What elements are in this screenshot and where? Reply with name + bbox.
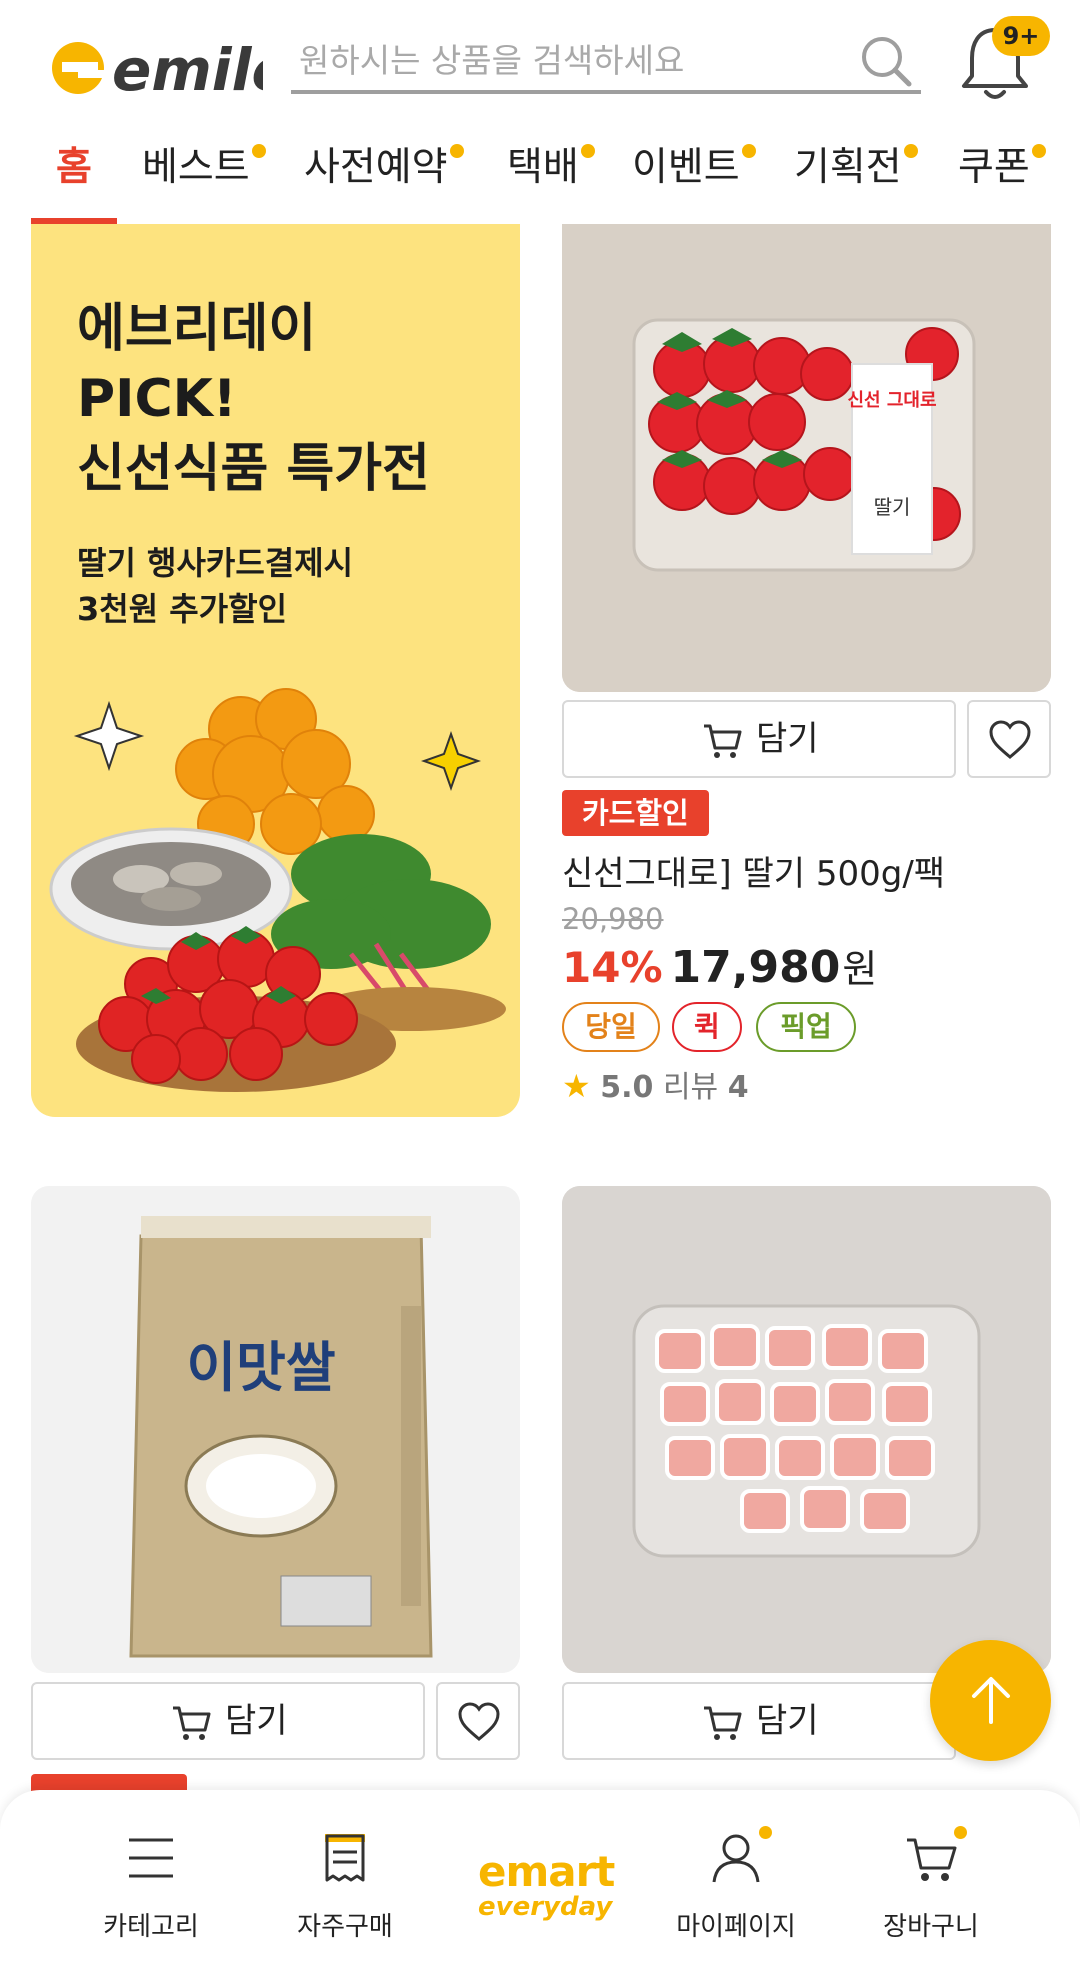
tab-coupon[interactable]: 쿠폰 <box>958 138 1046 198</box>
rating: ★ 5.0 리뷰 4 <box>562 1062 749 1106</box>
logo-text: emile <box>112 36 263 104</box>
tab-best[interactable]: 베스트 <box>142 138 266 198</box>
scroll-top-button[interactable] <box>930 1640 1051 1761</box>
nav-frequent[interactable]: 자주구매 <box>260 1830 430 1960</box>
product-image[interactable]: 이맛쌀 <box>31 1186 520 1673</box>
discount-rate: 14% <box>562 943 663 992</box>
notification-button[interactable]: 9+ <box>950 16 1050 106</box>
emart-logo-sub: everyday <box>478 1892 613 1922</box>
product-image[interactable]: 신선 그대로 딸기 <box>562 224 1051 692</box>
new-dot <box>251 144 266 158</box>
nav-category[interactable]: 카테고리 <box>66 1830 236 1960</box>
product-grid: 에브리데이 PICK! 신선식품 특가전 딸기 행사카드결제시 3천원 추가할인 <box>0 222 1080 1792</box>
original-price: 20,980 <box>562 902 664 936</box>
nav-label: 카테고리 <box>103 1912 199 1942</box>
tab-preorder[interactable]: 사전예약 <box>304 138 464 198</box>
chip-pickup: 픽업 <box>756 1002 856 1052</box>
search-bar[interactable] <box>291 28 921 94</box>
new-dot <box>449 144 464 158</box>
review-label: 리뷰 <box>662 1070 719 1105</box>
strawberry-pack-image: 신선 그대로 딸기 <box>562 224 1051 692</box>
search-input[interactable] <box>299 36 839 84</box>
emart-logo-text: emart <box>478 1847 615 1896</box>
card-discount-badge: 카드할인 <box>562 790 709 836</box>
cart-icon <box>173 1706 211 1740</box>
person-icon <box>712 1834 760 1883</box>
product-image[interactable] <box>562 1186 1051 1673</box>
fresh-food-illustration <box>49 688 506 1092</box>
nav-label: 마이페이지 <box>676 1912 796 1942</box>
heart-icon <box>458 1702 500 1741</box>
promo-subtitle: 딸기 행사카드결제시 3천원 추가할인 <box>77 544 354 628</box>
rating-score: 5.0 <box>600 1070 654 1105</box>
pack-label-brand: 신선 그대로 <box>847 390 936 411</box>
tab-event[interactable]: 이벤트 <box>632 138 756 198</box>
tab-home[interactable]: 홈 <box>56 138 92 198</box>
new-dot <box>1031 144 1046 158</box>
tab-exhibition[interactable]: 기획전 <box>794 138 918 198</box>
cart-label: 담기 <box>225 1701 288 1741</box>
new-dot <box>580 144 595 158</box>
cart-label: 담기 <box>756 719 819 759</box>
cart-icon <box>704 1706 742 1740</box>
new-dot <box>759 1826 772 1839</box>
cart-icon <box>704 724 742 758</box>
cart-label: 담기 <box>756 1701 819 1741</box>
category-tabs: 홈 베스트 사전예약 택배 이벤트 기획전 쿠폰 <box>0 122 1080 224</box>
nav-cart[interactable]: 장바구니 <box>846 1826 1016 1960</box>
pack-label-name: 딸기 <box>874 495 911 519</box>
receipt-icon <box>325 1834 365 1882</box>
sale-price: 17,980 <box>670 942 841 993</box>
wishlist-button[interactable] <box>436 1682 520 1760</box>
nav-label: 장바구니 <box>883 1912 979 1942</box>
chip-quick: 퀵 <box>672 1002 742 1052</box>
nav-mypage[interactable]: 마이페이지 <box>651 1826 821 1960</box>
rice-bag-image: 이맛쌀 <box>31 1186 520 1673</box>
add-to-cart-button[interactable]: 담기 <box>562 700 956 778</box>
tab-delivery[interactable]: 택배 <box>507 138 595 198</box>
currency: 원 <box>842 947 878 991</box>
app-header: emile 9+ <box>0 0 1080 122</box>
product-name[interactable]: 신선그대로] 딸기 500g/팩 <box>562 846 945 895</box>
new-dot <box>741 144 756 158</box>
arrow-up-icon <box>972 1677 1010 1724</box>
heart-icon <box>989 720 1031 759</box>
pork-pack-image <box>562 1186 1051 1673</box>
new-dot <box>954 1826 967 1839</box>
star-icon: ★ <box>562 1067 591 1105</box>
price-row: 14% 17,980원 <box>562 938 877 993</box>
promo-title: 에브리데이 PICK! 신선식품 특가전 <box>77 299 430 499</box>
emart-everyday-logo[interactable]: emart everyday <box>478 1847 615 1930</box>
promo-banner[interactable]: 에브리데이 PICK! 신선식품 특가전 딸기 행사카드결제시 3천원 추가할인 <box>31 224 520 1117</box>
new-dot <box>903 144 918 158</box>
search-icon[interactable] <box>857 32 915 90</box>
emile-logo[interactable]: emile <box>48 18 263 108</box>
menu-icon <box>129 1838 173 1878</box>
chip-sameday: 당일 <box>562 1002 660 1052</box>
wishlist-button[interactable] <box>967 700 1051 778</box>
bottom-navigation: 카테고리 자주구매 emart everyday 마이페이지 장바구니 <box>0 1790 1080 1985</box>
nav-label: 자주구매 <box>297 1912 393 1942</box>
rice-bag-title: 이맛쌀 <box>186 1336 335 1399</box>
notification-badge: 9+ <box>992 16 1050 56</box>
add-to-cart-button[interactable]: 담기 <box>31 1682 425 1760</box>
add-to-cart-button[interactable]: 담기 <box>562 1682 956 1760</box>
review-count: 4 <box>727 1070 749 1105</box>
cart-icon <box>907 1838 957 1881</box>
